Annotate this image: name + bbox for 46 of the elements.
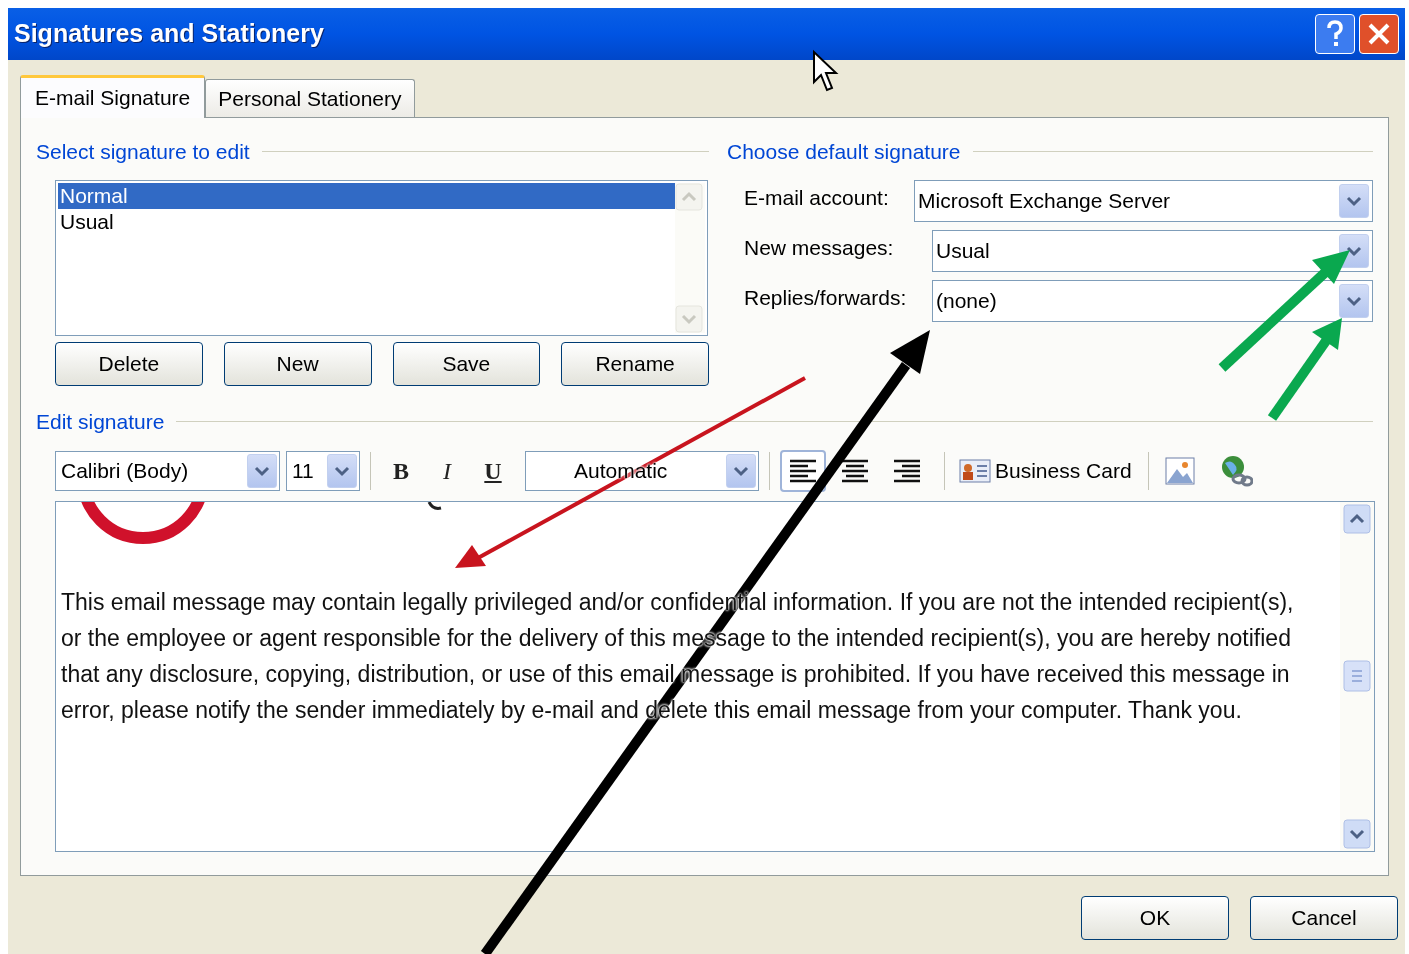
align-left-icon bbox=[788, 457, 818, 484]
align-left-button[interactable] bbox=[780, 449, 826, 492]
italic-button[interactable]: I bbox=[427, 452, 467, 489]
business-card-button[interactable]: Business Card bbox=[959, 450, 1132, 491]
dropdown-field[interactable]: Microsoft Exchange Server bbox=[914, 179, 1373, 222]
font-dropdown[interactable]: Calibri (Body) bbox=[55, 450, 280, 491]
scroll-thumb-icon[interactable] bbox=[1343, 660, 1371, 692]
section-heading: Select signature to edit bbox=[36, 139, 250, 165]
signature-list[interactable]: Normal Usual bbox=[55, 179, 708, 336]
scrollbar[interactable] bbox=[1340, 501, 1374, 851]
action-button[interactable]: Rename bbox=[561, 342, 709, 386]
underline-button[interactable]: U bbox=[473, 452, 513, 489]
mouse-cursor-icon bbox=[813, 49, 839, 92]
dialog-button[interactable]: Cancel bbox=[1250, 896, 1398, 940]
close-button[interactable] bbox=[1359, 14, 1399, 54]
close-icon bbox=[1367, 22, 1391, 46]
scrollbar[interactable] bbox=[675, 182, 705, 333]
window-title: Signatures and Stationery bbox=[14, 18, 324, 50]
signature-item[interactable]: Usual bbox=[58, 208, 675, 235]
action-button[interactable]: Delete bbox=[55, 342, 203, 386]
size-dropdown[interactable]: 11 bbox=[286, 450, 360, 491]
help-icon bbox=[1326, 20, 1344, 48]
field-label: Replies/forwards: bbox=[744, 284, 907, 311]
insert-picture-icon[interactable] bbox=[1164, 456, 1195, 485]
action-button[interactable]: Save bbox=[392, 342, 541, 386]
scroll-up-icon bbox=[675, 182, 703, 211]
dialog-button[interactable]: OK bbox=[1081, 896, 1229, 940]
dropdown-field[interactable]: (none) bbox=[932, 279, 1373, 322]
bold-button[interactable]: B bbox=[381, 452, 421, 489]
tab[interactable]: E-mail Signature bbox=[20, 75, 206, 118]
tab[interactable]: Personal Stationery bbox=[205, 79, 415, 117]
section-heading: Edit signature bbox=[36, 409, 165, 435]
dropdown-field[interactable]: Usual bbox=[932, 229, 1373, 272]
field-label: New messages: bbox=[744, 234, 894, 261]
align-center-icon bbox=[840, 457, 870, 484]
field-label: E-mail account: bbox=[744, 184, 889, 211]
scroll-down-icon bbox=[1343, 818, 1371, 849]
help-button[interactable] bbox=[1315, 14, 1355, 54]
signature-item[interactable]: Normal bbox=[58, 182, 675, 209]
signature-editor[interactable] bbox=[55, 500, 1375, 852]
align-right-icon bbox=[892, 457, 922, 484]
scroll-down-icon bbox=[675, 305, 703, 333]
action-button[interactable]: New bbox=[223, 342, 372, 386]
section-heading: Choose default signature bbox=[727, 139, 961, 165]
contact-card-icon bbox=[959, 458, 991, 483]
scroll-up-icon bbox=[1343, 503, 1371, 534]
